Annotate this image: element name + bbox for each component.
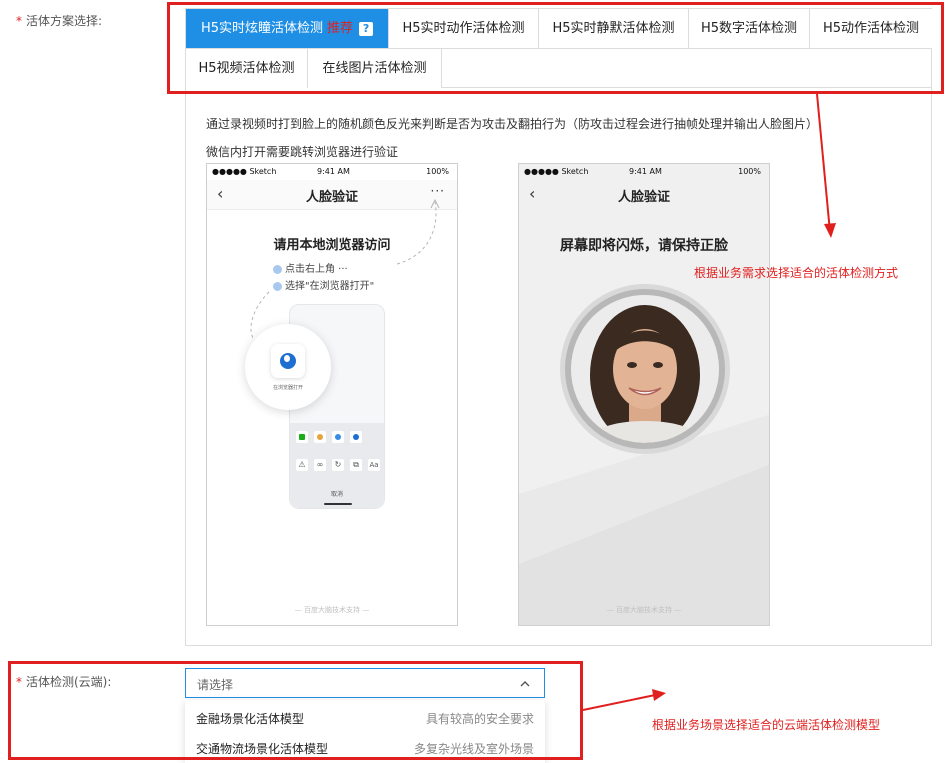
scheme-tabbar: H5实时炫瞳活体检测 推荐? H5实时动作活体检测 H5实时静默活体检测 H5数字…	[185, 8, 932, 89]
tab-h5-video[interactable]: H5视频活体检测	[186, 49, 308, 89]
recommend-badge: 推荐	[327, 21, 354, 36]
annotation-model: 根据业务场景选择适合的云端活体检测模型	[652, 718, 881, 732]
face-frame	[560, 284, 730, 454]
powered-by-footer: — 百度大脑技术支持 —	[606, 606, 682, 614]
powered-by-footer: — 百度大脑技术支持 —	[294, 606, 370, 614]
tab-h5-digit[interactable]: H5数字活体检测	[689, 9, 810, 49]
open-in-browser-bubble: 在浏览器打开	[245, 324, 331, 410]
font-icon: Aa	[368, 459, 380, 471]
option-logistics-model[interactable]: 交通物流场景化活体模型 多复杂光线及室外场景	[185, 732, 545, 762]
copy-icon: ⧉	[350, 459, 362, 471]
tab-online-image[interactable]: 在线图片活体检测	[308, 49, 442, 89]
status-bar: ●●●●● Sketch 9:41 AM 100%	[519, 164, 769, 180]
face-photo-icon	[585, 305, 705, 443]
share-icons-row	[296, 431, 380, 445]
open-in-browser-label: 在浏览器打开	[272, 385, 303, 391]
scheme-description: 通过录视频时打到脸上的随机颜色反光来判断是否为攻击及翻拍行为（防攻击过程会进行抽…	[206, 117, 819, 131]
warning-icon: ⚠	[296, 459, 308, 471]
share-cancel: 取消	[330, 491, 343, 498]
tab-h5-flash[interactable]: H5实时炫瞳活体检测 推荐?	[186, 9, 389, 49]
chevron-up-icon	[520, 681, 530, 687]
action-icons-row: ⚠ ∞ ↻ ⧉ Aa	[296, 459, 380, 473]
chrome-icon	[314, 431, 326, 443]
tab-h5-silent[interactable]: H5实时静默活体检测	[539, 9, 689, 49]
safari-icon	[332, 431, 344, 443]
share-sheet: ⚠ ∞ ↻ ⧉ Aa 取消	[290, 423, 384, 508]
required-mark: *	[16, 14, 22, 28]
required-mark: *	[16, 675, 22, 689]
annotation-scheme: 根据业务需求选择适合的活体检测方式	[694, 266, 899, 280]
help-icon[interactable]: ?	[359, 21, 374, 36]
cloud-model-select[interactable]: 请选择	[185, 668, 545, 698]
wechat-note: 微信内打开需要跳转浏览器进行验证	[206, 145, 399, 159]
phone-flash-detection: ●●●●● Sketch 9:41 AM 100% ‹ 人脸验证 屏幕即将闪烁，…	[518, 163, 770, 626]
flash-heading: 屏幕即将闪烁，请保持正脸	[560, 238, 728, 254]
globe-icon	[350, 431, 362, 443]
phone-navbar: ‹ 人脸验证	[529, 184, 670, 205]
face-portrait	[571, 295, 719, 443]
cloud-model-dropdown: 金融场景化活体模型 具有较高的安全要求 交通物流场景化活体模型 多复杂光线及室外…	[185, 700, 545, 763]
arrow-icon	[582, 689, 666, 711]
tab-h5-action[interactable]: H5动作活体检测	[810, 9, 932, 49]
browser-app-icon	[271, 344, 305, 378]
link-icon: ∞	[314, 459, 326, 471]
scheme-label: * 活体方案选择:	[16, 14, 103, 28]
select-placeholder: 请选择	[197, 678, 234, 692]
refresh-icon: ↻	[332, 459, 344, 471]
cloud-label: * 活体检测(云端):	[16, 675, 112, 689]
wechat-icon	[296, 431, 308, 443]
phone-browser-guide: ●●●●● Sketch 9:41 AM 100% ‹ 人脸验证 ··· 请用本…	[206, 163, 458, 626]
option-finance-model[interactable]: 金融场景化活体模型 具有较高的安全要求	[185, 702, 545, 732]
tab-h5-action-realtime[interactable]: H5实时动作活体检测	[389, 9, 539, 49]
home-indicator	[324, 503, 352, 505]
